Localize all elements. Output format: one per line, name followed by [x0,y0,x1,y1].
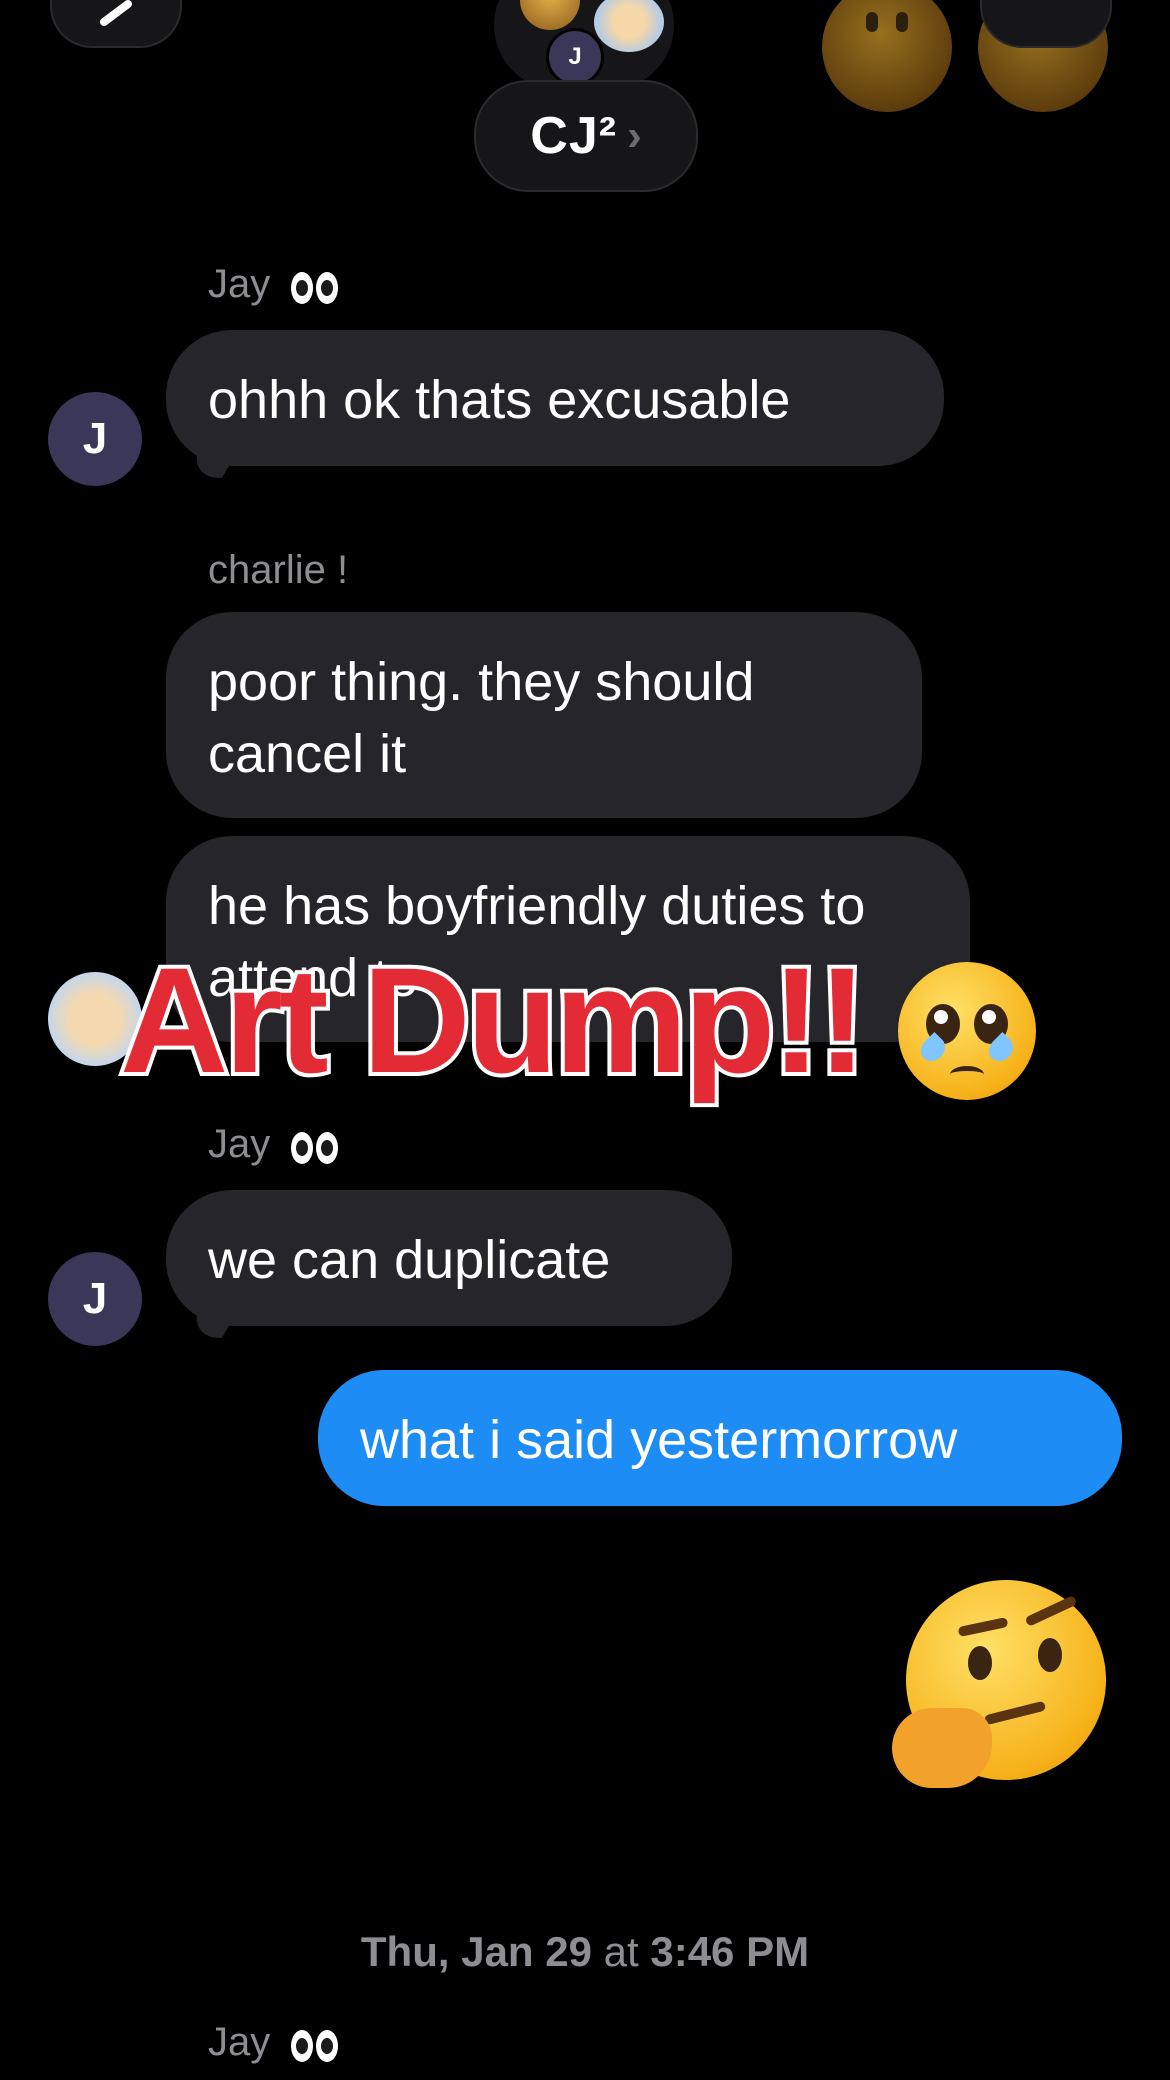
pleading-face-icon [898,962,1036,1100]
timestamp: Thu, Jan 29 at 3:46 PM [360,1928,810,1975]
blurred-emoji-icon [822,0,952,112]
sender-name: Jay [208,2020,341,2067]
sender-name: Jay [208,262,341,309]
back-button[interactable] [50,0,182,48]
avatar[interactable]: J [48,392,142,486]
message-bubble[interactable]: ohhh ok thats excusable [166,330,944,466]
overlay-title: Art Dump!! [116,936,871,1104]
thinking-face-icon[interactable] [892,1580,1106,1788]
my-message-bubble[interactable]: what i said yestermorrow [318,1370,1122,1506]
chevron-left-icon [100,0,132,26]
sender-name: Jay [208,1122,341,1169]
eyes-icon [291,264,341,309]
message-bubble[interactable]: we can duplicate [166,1190,732,1326]
sender-name: charlie ! [208,548,349,592]
chevron-right-icon: › [627,111,642,160]
group-title: CJ² [530,107,618,165]
eyes-icon [291,1124,341,1169]
avatar[interactable]: J [48,1252,142,1346]
message-bubble[interactable]: poor thing. they should cancel it [166,612,922,818]
video-call-button[interactable] [980,0,1112,48]
eyes-icon [291,2022,341,2067]
member-avatar-j: J [546,28,604,86]
group-title-button[interactable]: CJ² › [474,80,698,192]
